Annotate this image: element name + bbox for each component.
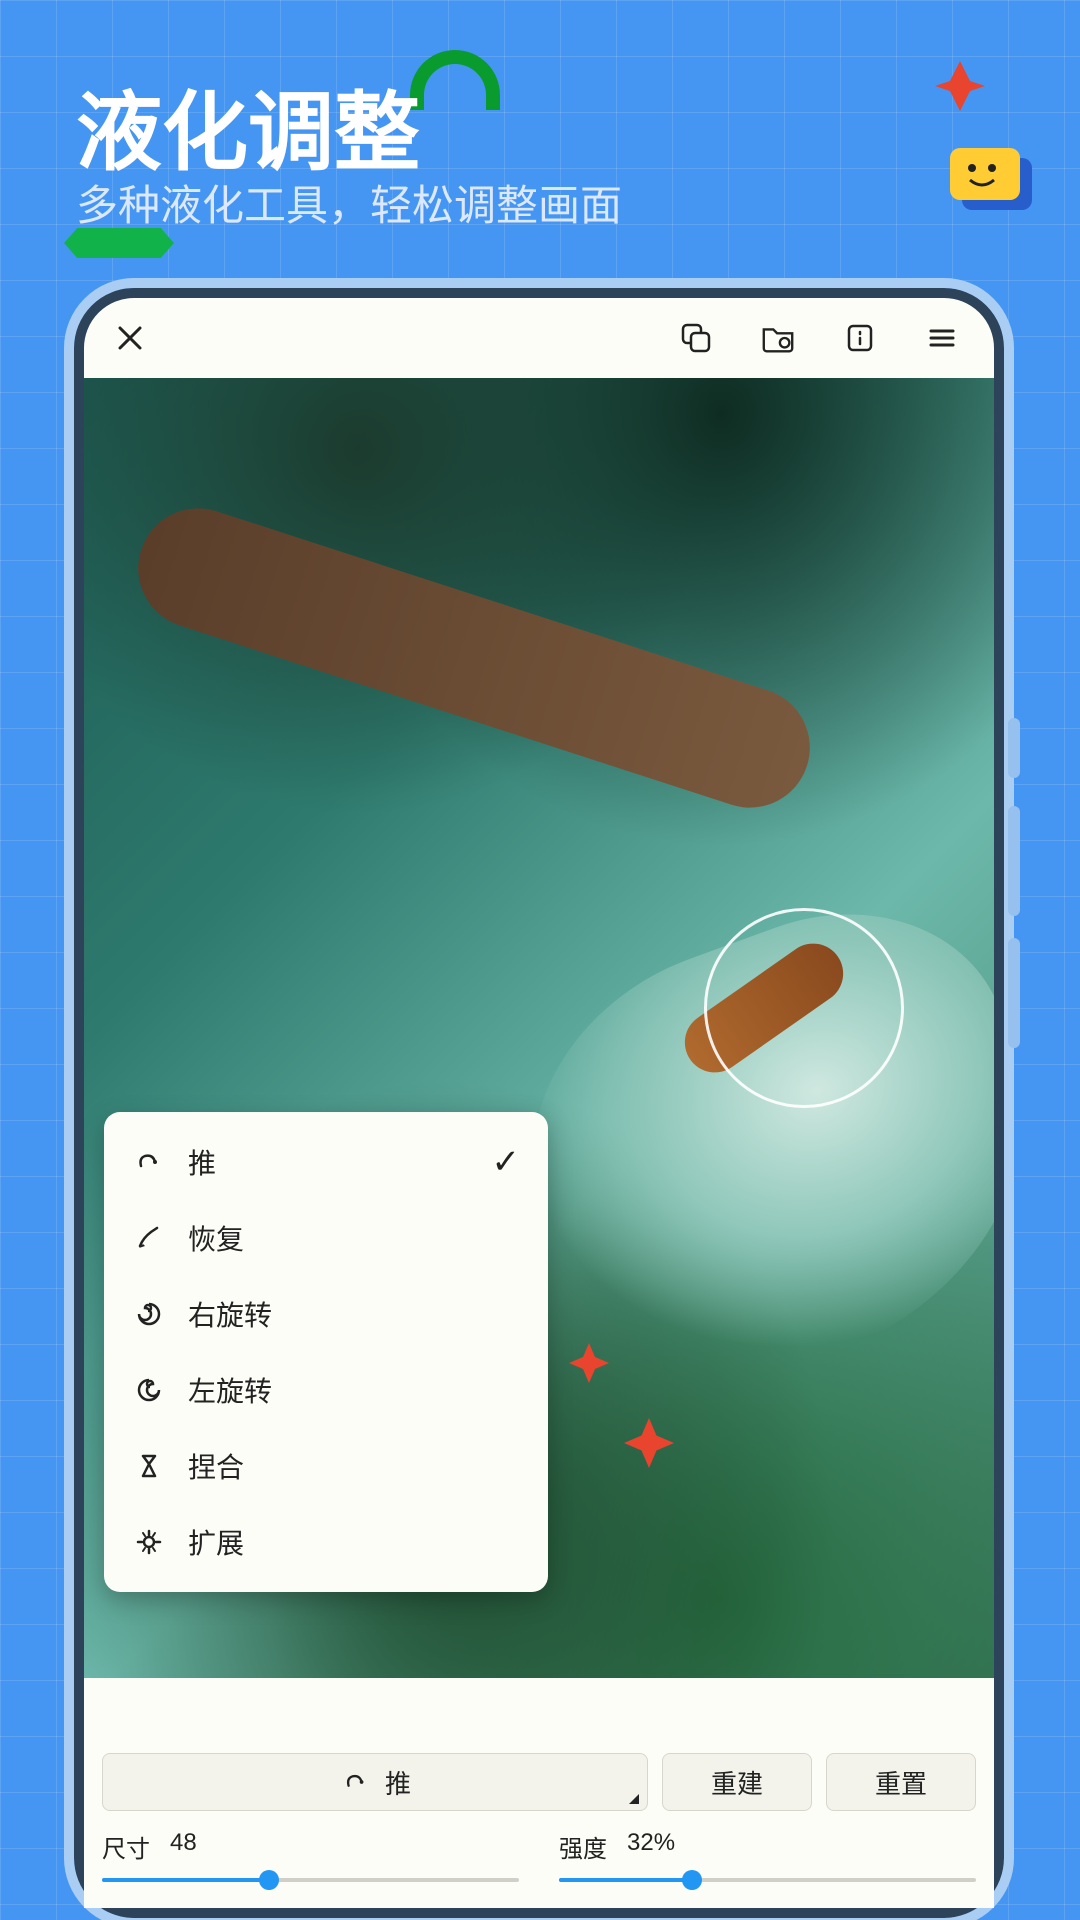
popup-item-pinch[interactable]: 捏合 — [104, 1428, 548, 1504]
popup-item-push[interactable]: 推 ✓ — [104, 1124, 548, 1200]
popup-label: 右旋转 — [188, 1294, 272, 1334]
clone-icon[interactable] — [678, 320, 714, 356]
popup-label: 推 — [188, 1142, 216, 1182]
popup-item-expand[interactable]: 扩展 — [104, 1504, 548, 1580]
tool-selector-label: 推 — [385, 1764, 411, 1801]
popup-label: 恢复 — [188, 1218, 244, 1258]
phone-frame: 推 ✓ 恢复 右旋转 左旋转 捏合 扩展 — [74, 288, 1004, 1918]
tool-popup: 推 ✓ 恢复 右旋转 左旋转 捏合 扩展 — [104, 1112, 548, 1592]
popup-item-rotate-left[interactable]: 左旋转 — [104, 1352, 548, 1428]
phone-button — [1008, 938, 1020, 1048]
popup-item-rotate-right[interactable]: 右旋转 — [104, 1276, 548, 1352]
swirl-right-icon — [132, 1297, 166, 1331]
chat-decoration — [944, 148, 1038, 228]
tool-selector-button[interactable]: 推 — [102, 1753, 648, 1811]
folder-icon[interactable] — [760, 320, 796, 356]
pinch-icon — [132, 1449, 166, 1483]
popup-item-restore[interactable]: 恢复 — [104, 1200, 548, 1276]
strength-value: 32% — [627, 1829, 675, 1864]
size-slider[interactable] — [102, 1870, 519, 1890]
brush-cursor — [704, 908, 904, 1108]
check-icon: ✓ — [492, 1142, 521, 1182]
menu-icon[interactable] — [924, 320, 960, 356]
canvas-area[interactable]: 推 ✓ 恢复 右旋转 左旋转 捏合 扩展 — [84, 378, 994, 1678]
push-icon — [339, 1765, 373, 1799]
popup-label: 捏合 — [188, 1446, 244, 1486]
subline: 多种液化工具，轻松调整画面 — [76, 172, 622, 233]
close-icon[interactable] — [112, 320, 148, 356]
expand-icon — [132, 1525, 166, 1559]
push-icon — [132, 1145, 166, 1179]
info-icon[interactable] — [842, 320, 878, 356]
rebuild-button[interactable]: 重建 — [662, 1753, 812, 1811]
reset-button[interactable]: 重置 — [826, 1753, 976, 1811]
brush-icon — [132, 1221, 166, 1255]
popup-label: 左旋转 — [188, 1370, 272, 1410]
phone-button — [1008, 718, 1020, 778]
size-value: 48 — [170, 1829, 197, 1864]
strength-label: 强度 — [559, 1829, 607, 1864]
app-toolbar — [84, 298, 994, 378]
strength-slider[interactable] — [559, 1870, 976, 1890]
reset-label: 重置 — [875, 1764, 927, 1801]
arc-decoration — [410, 50, 500, 110]
headline: 液化调整 — [76, 62, 420, 187]
bottom-controls: 推 重建 重置 尺寸 48 强度 32% — [84, 1743, 994, 1908]
popup-label: 扩展 — [188, 1522, 244, 1562]
phone-button — [1008, 806, 1020, 916]
rebuild-label: 重建 — [711, 1764, 763, 1801]
dropdown-indicator-icon — [629, 1794, 639, 1804]
swirl-left-icon — [132, 1373, 166, 1407]
star-decoration — [930, 56, 990, 116]
size-label: 尺寸 — [102, 1829, 150, 1864]
